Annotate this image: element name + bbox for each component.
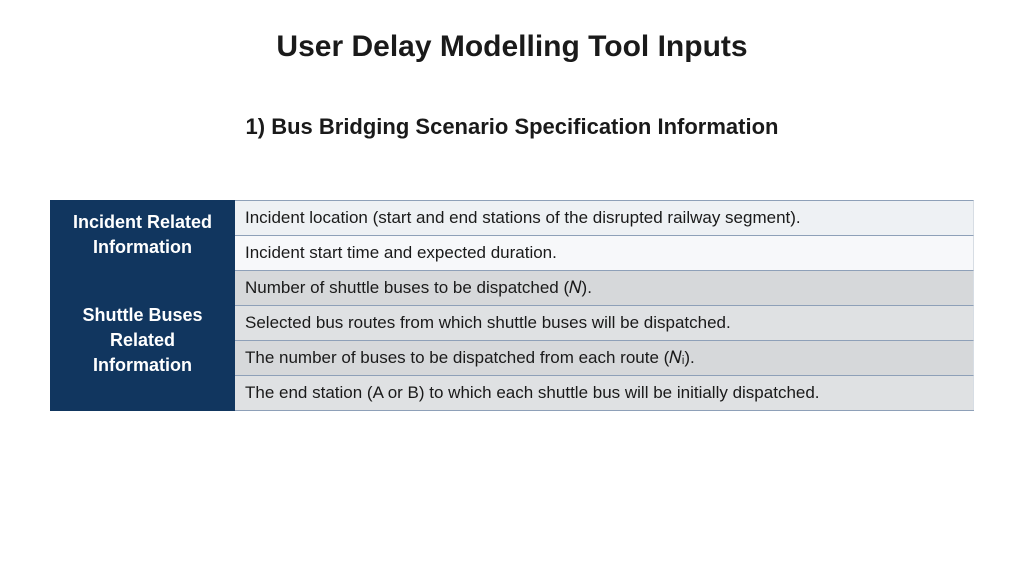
inputs-table: Incident Related Information Incident lo…: [50, 200, 974, 411]
table-row: Selected bus routes from which shuttle b…: [235, 305, 974, 340]
table-group-shuttle: Shuttle Buses Related Information Number…: [50, 270, 974, 411]
table-row: Incident location (start and end station…: [235, 200, 974, 235]
table-row: The end station (A or B) to which each s…: [235, 375, 974, 410]
table-row: Number of shuttle buses to be dispatched…: [235, 270, 974, 305]
group-header-shuttle: Shuttle Buses Related Information: [50, 270, 235, 411]
table-row: Incident start time and expected duratio…: [235, 235, 974, 270]
section-heading: 1) Bus Bridging Scenario Specification I…: [50, 114, 974, 140]
table-row: The number of buses to be dispatched fro…: [235, 340, 974, 375]
page-title: User Delay Modelling Tool Inputs: [50, 30, 974, 64]
group-header-incident: Incident Related Information: [50, 200, 235, 270]
table-group-incident: Incident Related Information Incident lo…: [50, 200, 974, 270]
